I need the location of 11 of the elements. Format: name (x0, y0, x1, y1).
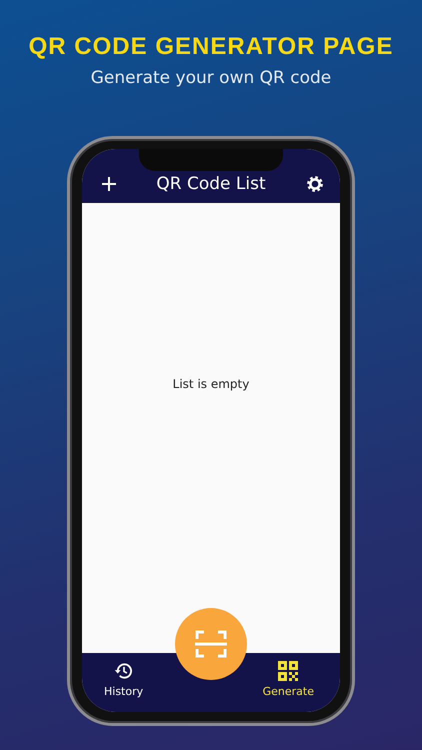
history-icon (114, 661, 134, 681)
empty-list-message: List is empty (172, 377, 250, 391)
add-icon[interactable] (102, 177, 116, 191)
generate-tab[interactable]: Generate (258, 659, 318, 701)
app-bar-title: QR Code List (156, 174, 266, 194)
promo-subtitle: Generate your own QR code (90, 68, 332, 88)
scan-icon (195, 630, 227, 658)
qr-code-icon (278, 661, 298, 681)
settings-icon[interactable] (306, 175, 324, 193)
history-tab[interactable]: History (100, 659, 148, 701)
promo-title: QR CODE GENERATOR PAGE (28, 33, 394, 61)
